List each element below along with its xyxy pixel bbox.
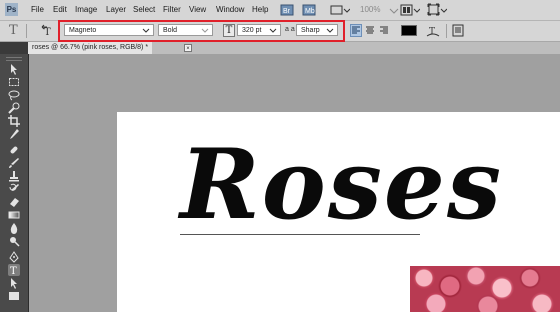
path-selection-tool-icon[interactable] (8, 277, 20, 289)
text-color-swatch[interactable] (401, 25, 417, 36)
svg-text:Mb: Mb (305, 8, 315, 15)
arrange-documents-dropdown[interactable] (400, 3, 420, 17)
close-icon[interactable]: × (184, 44, 192, 52)
type-tool-preset-icon[interactable]: T (9, 23, 18, 38)
menu-window[interactable]: Window (216, 5, 244, 14)
minibridge-icon[interactable]: Mb (302, 3, 316, 17)
shape-tool-icon[interactable] (8, 290, 20, 302)
app-logo: Ps (5, 3, 18, 16)
screen-mode-dropdown[interactable] (427, 3, 447, 17)
dodge-tool-icon[interactable] (8, 235, 20, 247)
divider (446, 24, 447, 38)
menu-image[interactable]: Image (75, 5, 97, 14)
align-center-button[interactable] (364, 24, 376, 37)
bridge-icon[interactable]: Br (280, 3, 294, 17)
view-extras-dropdown[interactable] (330, 3, 350, 17)
marquee-tool-icon[interactable] (8, 76, 20, 88)
healing-brush-tool-icon[interactable] (8, 144, 20, 156)
clone-stamp-tool-icon[interactable] (8, 170, 20, 182)
canvas-text-layer[interactable]: Roses (180, 130, 503, 240)
svg-text:Br: Br (283, 8, 291, 15)
type-tool-icon[interactable]: T (8, 264, 20, 276)
align-left-button[interactable] (350, 24, 362, 37)
align-right-button[interactable] (378, 24, 390, 37)
zoom-dropdown-chevron-icon[interactable] (388, 3, 400, 17)
text-baseline (180, 234, 420, 235)
font-options-highlight (58, 20, 345, 42)
character-paragraph-panel-icon[interactable] (452, 24, 464, 37)
move-tool-icon[interactable] (8, 63, 20, 75)
brush-tool-icon[interactable] (8, 157, 20, 169)
warp-text-icon[interactable]: T (426, 24, 440, 38)
divider (26, 24, 27, 38)
eyedropper-tool-icon[interactable] (8, 128, 20, 140)
pink-roses-photo (410, 266, 560, 312)
menu-bar: Ps File Edit Image Layer Select Filter V… (0, 0, 560, 21)
panel-grip[interactable] (6, 57, 22, 61)
svg-text:T: T (429, 27, 435, 37)
menu-layer[interactable]: Layer (106, 5, 126, 14)
menu-view[interactable]: View (189, 5, 206, 14)
svg-text:T: T (10, 266, 17, 276)
document-tab-bar: roses @ 66.7% (pink roses, RGB/8) * × (28, 42, 560, 54)
menu-file[interactable]: File (31, 5, 44, 14)
menu-select[interactable]: Select (133, 5, 155, 14)
zoom-level[interactable]: 100% (360, 5, 380, 14)
toggle-text-orientation-icon[interactable]: T (41, 24, 55, 38)
menu-edit[interactable]: Edit (53, 5, 67, 14)
quick-selection-tool-icon[interactable] (8, 102, 20, 114)
lasso-tool-icon[interactable] (8, 89, 20, 101)
eraser-tool-icon[interactable] (8, 196, 20, 208)
document-tab[interactable]: roses @ 66.7% (pink roses, RGB/8) * (28, 42, 153, 54)
gradient-tool-icon[interactable] (8, 209, 20, 221)
tools-panel: T (0, 54, 29, 312)
crop-tool-icon[interactable] (8, 115, 20, 127)
blur-tool-icon[interactable] (8, 222, 20, 234)
menu-help[interactable]: Help (252, 5, 268, 14)
pen-tool-icon[interactable] (8, 251, 20, 263)
menu-filter[interactable]: Filter (163, 5, 181, 14)
history-brush-tool-icon[interactable] (8, 183, 20, 195)
svg-text:T: T (44, 27, 51, 38)
